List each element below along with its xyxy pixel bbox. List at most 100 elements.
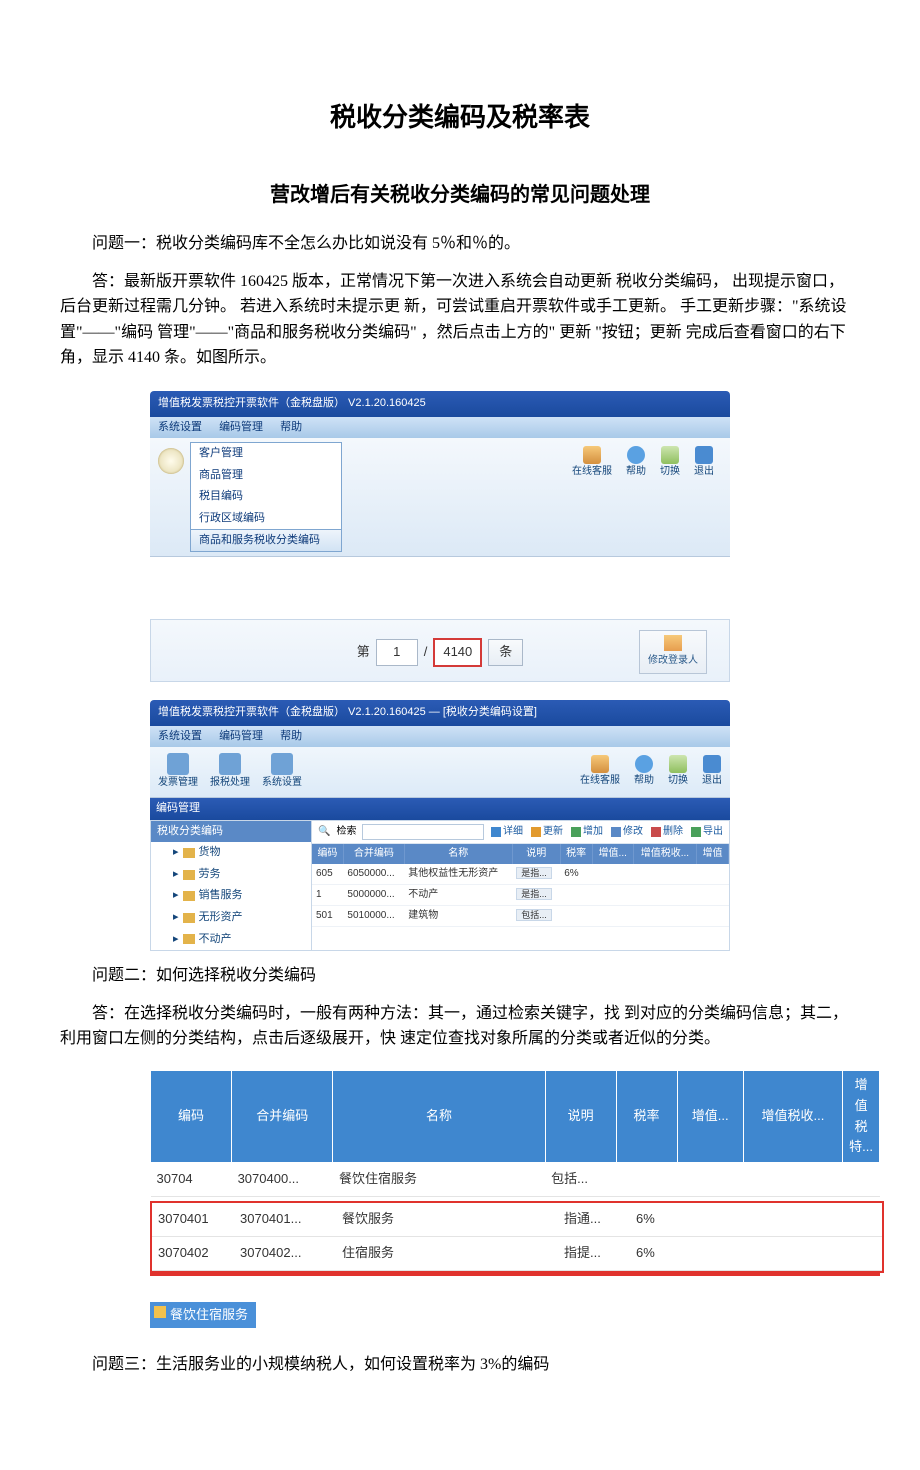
search-bar: 🔍 检索 详细 更新 增加 修改 删除 导出 (312, 821, 729, 844)
table2-header: 编码 合并编码 名称 说明 税率 增值... 增值税收... 增值税特... (151, 1071, 880, 1163)
tree-node-goods[interactable]: ▸货物 (151, 842, 311, 864)
code-manage-dropdown[interactable]: 客户管理 商品管理 税目编码 行政区域编码 商品和服务税收分类编码 (190, 442, 342, 552)
table2-row[interactable]: 30704013070401...餐饮服务指通...6% (152, 1203, 882, 1236)
update-button[interactable]: 更新 (531, 824, 563, 840)
search-icon: 🔍 (318, 824, 330, 840)
invoice-icon[interactable] (167, 753, 189, 775)
col2-name[interactable]: 名称 (333, 1071, 545, 1163)
toolbar2-online-service[interactable]: 在线客服 (580, 755, 620, 789)
dropdown-item-tax-classification[interactable]: 商品和服务税收分类编码 (190, 529, 342, 553)
menu2-help[interactable]: 帮助 (280, 730, 302, 742)
tree-panel: 税收分类编码 ▸货物 ▸劳务 ▸销售服务 ▸无形资产 ▸不动产 (151, 821, 312, 951)
search-input[interactable] (362, 824, 484, 840)
toolbar-exit[interactable]: 退出 (694, 446, 714, 480)
tax-report-icon[interactable] (219, 753, 241, 775)
category-tag[interactable]: 餐饮住宿服务 (150, 1302, 256, 1329)
doc-subtitle: 营改增后有关税收分类编码的常见问题处理 (60, 179, 860, 211)
folder-icon (183, 891, 195, 901)
toolbar-help[interactable]: 帮助 (626, 446, 646, 480)
dropdown-item-customer[interactable]: 客户管理 (191, 443, 341, 465)
col2-desc[interactable]: 说明 (545, 1071, 616, 1163)
toolbar-online-service[interactable]: 在线客服 (572, 446, 612, 480)
sys-settings-icon[interactable] (271, 753, 293, 775)
dropdown-item-region[interactable]: 行政区域编码 (191, 508, 341, 530)
col2-code[interactable]: 编码 (151, 1071, 232, 1163)
menu2-system-settings[interactable]: 系统设置 (158, 730, 202, 742)
exit-icon (695, 446, 713, 464)
folder-icon (183, 870, 195, 880)
window-title-2: 增值税发票税控开票软件（金税盘版） V2.1.20.160425 — [税收分类… (150, 700, 730, 726)
menu-code-manage[interactable]: 编码管理 (219, 421, 263, 433)
folder-icon (183, 913, 195, 923)
tree-node-service[interactable]: ▸销售服务 (151, 885, 311, 907)
col-rate[interactable]: 税率 (560, 844, 592, 864)
data-grid: 编码 合并编码 名称 说明 税率 增值... 增值税收... 增值 605605… (312, 844, 729, 927)
pager-current[interactable]: 1 (376, 639, 418, 666)
toolbar-2: 发票管理 报税处理 系统设置 在线客服 帮助 切换 退出 (150, 747, 730, 798)
tree-node-labor[interactable]: ▸劳务 (151, 864, 311, 886)
export-button[interactable]: 导出 (691, 824, 723, 840)
pager-total: 4140 (433, 638, 482, 667)
pager-unit: 条 (488, 639, 523, 666)
toolbar2-exit[interactable]: 退出 (702, 755, 722, 789)
menu-help[interactable]: 帮助 (280, 421, 302, 433)
tree-root[interactable]: 税收分类编码 (151, 821, 311, 843)
question-3: 问题三：生活服务业的小规模纳税人，如何设置税率为 3%的编码 (60, 1352, 860, 1378)
menu-bar-2: 系统设置 编码管理 帮助 (150, 726, 730, 748)
classification-table: 编码 合并编码 名称 说明 税率 增值... 增值税收... 增值税特... 3… (150, 1070, 880, 1197)
menu-system-settings[interactable]: 系统设置 (158, 421, 202, 433)
col-vat1[interactable]: 增值... (592, 844, 633, 864)
pager-label-page: 第 (357, 642, 370, 663)
screenshot-software-1: 增值税发票税控开票软件（金税盘版） V2.1.20.160425 系统设置 编码… (150, 391, 730, 951)
grid-row[interactable]: 6056050000...其他权益性无形资产是指...6% (312, 864, 729, 885)
delete-button[interactable]: 删除 (651, 824, 683, 840)
col2-vat2[interactable]: 增值税收... (743, 1071, 842, 1163)
grid-row[interactable]: 5015010000...建筑物包括... (312, 905, 729, 926)
gear-icon (158, 448, 184, 474)
window-title-1: 增值税发票税控开票软件（金税盘版） V2.1.20.160425 (150, 391, 730, 417)
table2-row[interactable]: 30704023070402...住宿服务指提...6% (152, 1236, 882, 1270)
col-vat3[interactable]: 增值 (696, 844, 728, 864)
folder-icon (183, 848, 195, 858)
col2-merge[interactable]: 合并编码 (232, 1071, 333, 1163)
search-label: 检索 (336, 824, 356, 840)
grid-header-row: 编码 合并编码 名称 说明 税率 增值... 增值税收... 增值 (312, 844, 729, 864)
doc-title: 税收分类编码及税率表 (60, 97, 860, 139)
toolbar2-switch[interactable]: 切换 (668, 755, 688, 789)
dropdown-item-taxcode[interactable]: 税目编码 (191, 486, 341, 508)
dropdown-item-product[interactable]: 商品管理 (191, 465, 341, 487)
red-underline (150, 1273, 880, 1276)
toolbar-switch[interactable]: 切换 (660, 446, 680, 480)
col-desc[interactable]: 说明 (512, 844, 560, 864)
answer-2: 答：在选择税收分类编码时，一般有两种方法：其一，通过检索关键字，找 到对应的分类… (60, 1001, 860, 1052)
grid-row[interactable]: 15000000...不动产是指... (312, 884, 729, 905)
help-icon (627, 446, 645, 464)
add-button[interactable]: 增加 (571, 824, 603, 840)
col-code[interactable]: 编码 (312, 844, 343, 864)
toolbar2-help[interactable]: 帮助 (634, 755, 654, 789)
tree-header: 编码管理 (150, 798, 730, 820)
switch-icon (669, 755, 687, 773)
tree-node-intangible[interactable]: ▸无形资产 (151, 907, 311, 929)
change-user-button[interactable]: 修改登录人 (639, 630, 707, 674)
tree-node-realestate[interactable]: ▸不动产 (151, 929, 311, 951)
col-vat2[interactable]: 增值税收... (633, 844, 696, 864)
table2-row[interactable]: 307043070400...餐饮住宿服务包括... (151, 1163, 880, 1197)
people-icon (583, 446, 601, 464)
col2-rate[interactable]: 税率 (616, 1071, 677, 1163)
help-icon (635, 755, 653, 773)
detail-button[interactable]: 详细 (491, 824, 523, 840)
folder-icon (183, 934, 195, 944)
edit-button[interactable]: 修改 (611, 824, 643, 840)
toolbar-1: 客户管理 商品管理 税目编码 行政区域编码 商品和服务税收分类编码 在线客服 帮… (150, 438, 730, 557)
col-name[interactable]: 名称 (404, 844, 512, 864)
col-merge[interactable]: 合并编码 (343, 844, 404, 864)
classification-table-highlighted: 30704013070401...餐饮服务指通...6% 30704023070… (152, 1203, 882, 1271)
answer-1: 答：最新版开票软件 160425 版本，正常情况下第一次进入系统会自动更新 税收… (60, 269, 860, 371)
exit-icon (703, 755, 721, 773)
menu2-code-manage[interactable]: 编码管理 (219, 730, 263, 742)
col2-vat1[interactable]: 增值... (677, 1071, 743, 1163)
user-icon (664, 635, 682, 651)
col2-vat3[interactable]: 增值税特... (843, 1071, 880, 1163)
menu-bar-1: 系统设置 编码管理 帮助 (150, 417, 730, 439)
